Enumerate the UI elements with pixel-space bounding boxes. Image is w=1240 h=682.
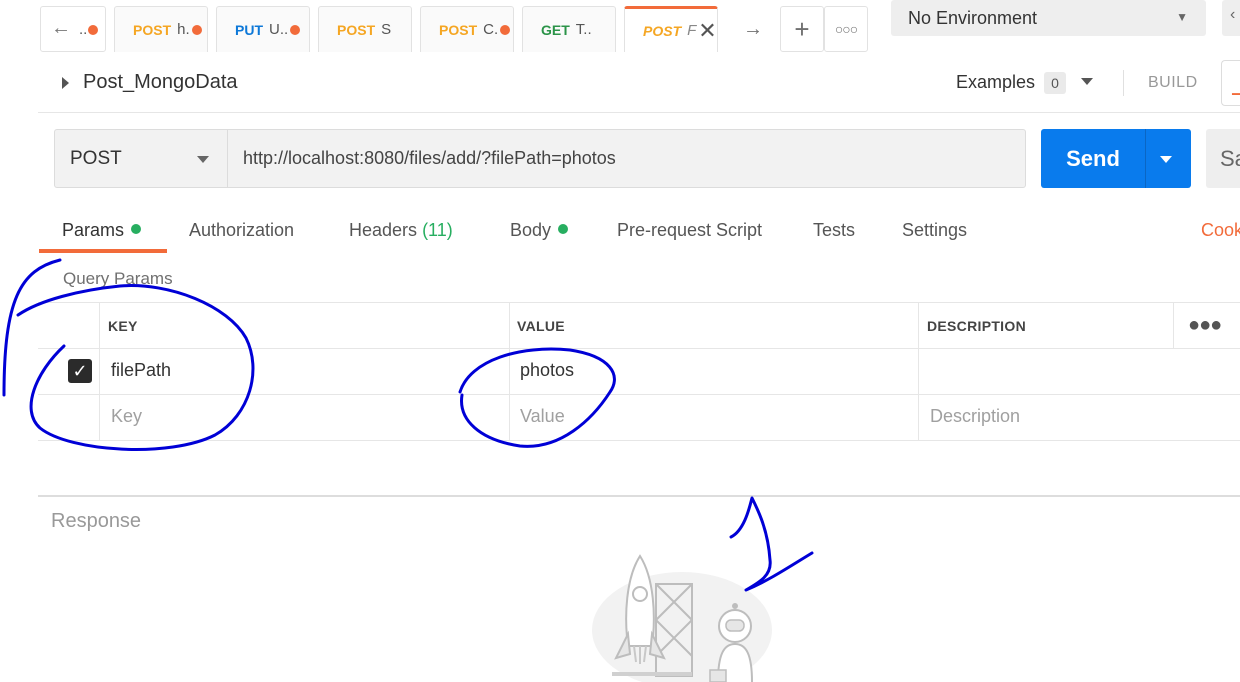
send-label: Send — [1066, 146, 1120, 171]
tab-title: U.. — [269, 21, 289, 38]
examples-count-badge: 0 — [1044, 72, 1066, 94]
query-params-label: Query Params — [63, 269, 173, 288]
environment-select[interactable]: No Environment ▼ — [891, 0, 1206, 36]
tab-strip: ← .. POST h. PUT U.. POST S POST C. GET … — [0, 0, 1240, 52]
examples-button[interactable]: Examples — [956, 72, 1035, 93]
tab-method: GET — [541, 21, 570, 38]
divider — [38, 440, 1240, 441]
tab-2[interactable]: PUT U.. — [216, 6, 310, 52]
request-name[interactable]: Post_MongoData — [83, 71, 238, 94]
divider — [1173, 302, 1174, 348]
side-panel-toggle[interactable]: ▁ — [1221, 60, 1240, 106]
panel-icon: ▁ — [1232, 81, 1240, 95]
tab-label: Settings — [902, 220, 968, 240]
tab-title: C. — [483, 21, 499, 38]
active-tab-indicator — [39, 249, 167, 253]
divider — [38, 302, 1240, 303]
tab-5[interactable]: GET T.. — [522, 6, 616, 52]
unsaved-dot — [191, 24, 202, 35]
tab-title: T.. — [575, 21, 592, 38]
divider — [509, 302, 510, 441]
divider — [38, 348, 1240, 349]
new-param-description-input[interactable]: Description — [930, 406, 1020, 427]
tab-prerequest-script[interactable]: Pre-request Script — [617, 220, 762, 241]
url-value: http://localhost:8080/files/add/?filePat… — [243, 148, 616, 168]
method-label: POST — [70, 147, 122, 169]
tab-6-active[interactable]: POST F ✕ — [624, 6, 718, 52]
tab-method: POST — [439, 21, 478, 38]
tab-1[interactable]: POST h. — [114, 6, 208, 52]
more-options-icon[interactable]: ●●● — [1188, 314, 1222, 337]
chevron-down-icon[interactable] — [1160, 156, 1172, 163]
unsaved-dot — [88, 25, 98, 35]
tab-method: POST — [337, 21, 376, 38]
tab-tests[interactable]: Tests — [813, 220, 855, 241]
divider — [1123, 70, 1124, 96]
tab-authorization[interactable]: Authorization — [189, 220, 294, 241]
column-header-description: DESCRIPTION — [927, 318, 1026, 334]
params-table: KEY VALUE DESCRIPTION ●●● ✓ filePath pho… — [38, 302, 1240, 441]
column-header-key: KEY — [108, 318, 138, 334]
tab-title: .. — [79, 21, 88, 38]
tab-3[interactable]: POST S — [318, 6, 412, 52]
environment-label: No Environment — [908, 7, 1038, 28]
tab-0[interactable]: ← .. — [40, 6, 106, 52]
unsaved-dot — [290, 24, 301, 35]
tab-title: S — [381, 21, 392, 38]
tab-label: Authorization — [189, 220, 295, 240]
arrow-right-icon[interactable]: → — [728, 6, 778, 52]
tab-settings[interactable]: Settings — [902, 220, 967, 241]
headers-count: (11) — [422, 220, 453, 240]
request-name-row: Post_MongoData Examples 0 BUILD ▁ — [38, 52, 1240, 113]
divider — [918, 302, 919, 441]
tab-label: Headers — [349, 220, 418, 240]
tab-method: PUT — [235, 21, 263, 38]
cookies-link[interactable]: Cook — [1201, 220, 1240, 241]
unsaved-dot — [500, 24, 511, 35]
param-enabled-checkbox[interactable]: ✓ — [68, 359, 92, 383]
new-param-value-input[interactable]: Value — [520, 406, 565, 427]
url-input[interactable]: http://localhost:8080/files/add/?filePat… — [227, 129, 1026, 188]
tab-label: Tests — [813, 220, 856, 240]
tab-label: Params — [62, 220, 125, 240]
tab-label: Pre-request Script — [617, 220, 763, 240]
tab-headers[interactable]: Headers (11) — [349, 220, 453, 241]
response-divider[interactable] — [38, 495, 1240, 497]
tab-method: POST — [643, 22, 682, 39]
response-label: Response — [51, 510, 142, 532]
divider — [38, 394, 1240, 395]
chevron-down-icon[interactable] — [1081, 78, 1093, 85]
expand-arrow-icon[interactable] — [62, 77, 69, 89]
divider — [99, 302, 100, 441]
tab-title: F — [687, 22, 697, 39]
divider — [1145, 129, 1146, 188]
more-horizontal-icon[interactable]: ○○○ — [824, 6, 868, 52]
tab-body[interactable]: Body — [510, 220, 569, 241]
param-value[interactable]: photos — [520, 360, 574, 381]
active-dot — [558, 224, 569, 234]
tab-4[interactable]: POST C. — [420, 6, 514, 52]
tab-title: h. — [177, 21, 190, 38]
send-button[interactable]: Send — [1041, 129, 1191, 188]
arrow-left-icon[interactable]: ← — [51, 17, 71, 40]
tab-params[interactable]: Params — [62, 220, 142, 241]
new-param-key-input[interactable]: Key — [111, 406, 142, 427]
build-button[interactable]: BUILD — [1148, 74, 1198, 92]
method-select[interactable]: POST — [54, 129, 228, 188]
chevron-down-icon — [197, 156, 209, 163]
environment-quick-look-button[interactable]: ‹ — [1222, 0, 1240, 36]
active-dot — [131, 224, 142, 234]
plus-icon[interactable]: + — [780, 6, 824, 52]
column-header-value: VALUE — [517, 318, 565, 334]
close-icon[interactable]: ✕ — [698, 19, 716, 42]
chevron-down-icon: ▼ — [1176, 10, 1188, 24]
eye-icon: ‹ — [1230, 6, 1236, 23]
empty-response-illustration — [592, 554, 772, 682]
tab-label: Body — [510, 220, 552, 240]
param-key[interactable]: filePath — [111, 360, 171, 381]
tab-method: POST — [133, 21, 172, 38]
save-button[interactable]: Sa — [1206, 129, 1240, 188]
